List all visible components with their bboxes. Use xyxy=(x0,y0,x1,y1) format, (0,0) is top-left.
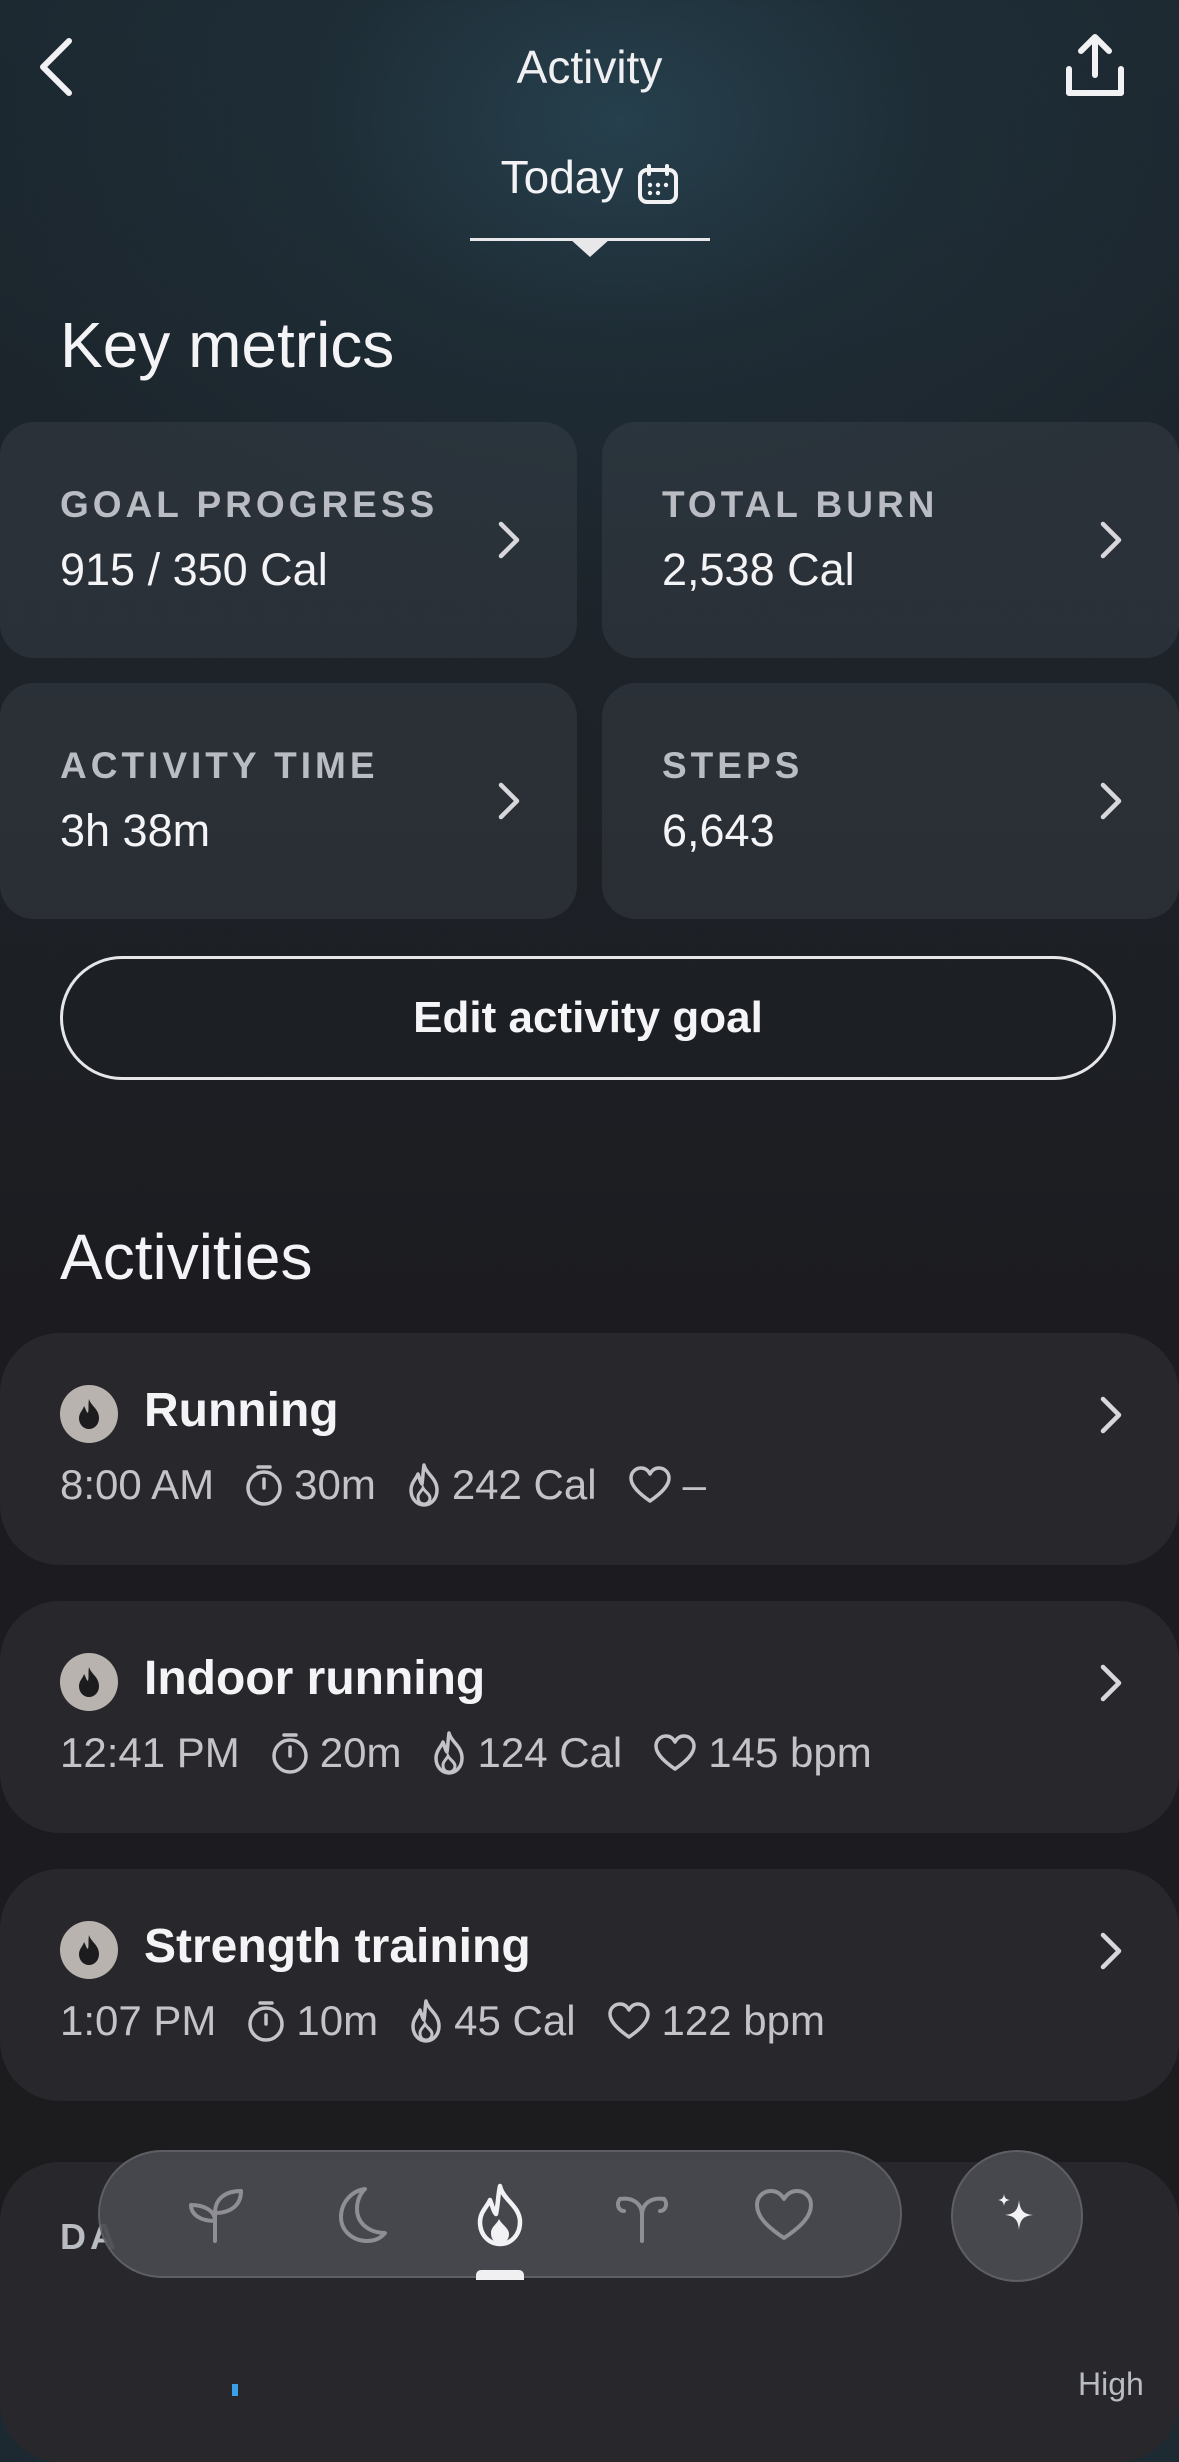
date-label: Today xyxy=(500,151,624,203)
flame-icon xyxy=(79,1935,99,1965)
activity-badge xyxy=(60,1921,118,1979)
activities-title: Activities xyxy=(60,1221,313,1293)
activity-calories: 124 Cal xyxy=(477,1729,623,1776)
activity-meta: 12:41 PM 20m 124 Cal 145 bpm xyxy=(60,1729,902,1777)
edit-activity-goal-button[interactable]: Edit activity goal xyxy=(60,956,1116,1080)
activity-icon xyxy=(477,2183,523,2247)
metric-value: 915 / 350 Cal xyxy=(60,544,328,595)
activity-badge xyxy=(60,1385,118,1443)
heart-outline-icon xyxy=(607,2002,650,2039)
key-metrics-title: Key metrics xyxy=(60,309,395,381)
activity-time: 1:07 PM xyxy=(60,1997,217,2044)
activity-calories: 242 Cal xyxy=(451,1461,597,1508)
tab-sleep[interactable] xyxy=(312,2170,402,2260)
page-title: Activity xyxy=(516,41,663,93)
chevron-right-icon xyxy=(498,521,520,559)
chevron-right-icon xyxy=(1100,1664,1122,1702)
activity-name: Indoor running xyxy=(144,1652,486,1705)
activity-card-strength-training[interactable]: Strength training 1:07 PM 10m 45 Cal 122… xyxy=(0,1869,1179,2101)
heart-icon xyxy=(755,2189,813,2240)
flame-outline-icon xyxy=(411,1999,441,2043)
activity-time: 8:00 AM xyxy=(60,1461,215,1508)
chevron-right-icon xyxy=(498,782,520,820)
activity-badge xyxy=(60,1653,118,1711)
metric-label: TOTAL BURN xyxy=(662,484,939,525)
cycle-icon xyxy=(615,2196,669,2243)
date-caret xyxy=(570,239,610,257)
high-label: High xyxy=(1078,2366,1144,2402)
stopwatch-icon xyxy=(272,1733,308,1774)
share-icon xyxy=(1066,34,1124,96)
heart-outline-icon xyxy=(628,1466,671,1503)
metric-card-activity-time[interactable]: ACTIVITY TIME 3h 38m xyxy=(0,683,577,919)
activity-heart-rate: 145 bpm xyxy=(708,1729,872,1776)
share-button[interactable] xyxy=(1055,26,1135,106)
activity-heart-rate: 122 bpm xyxy=(661,1997,825,2044)
chart-mark xyxy=(232,2384,238,2396)
chevron-right-icon xyxy=(1100,782,1122,820)
tab-activity[interactable] xyxy=(455,2170,545,2260)
sleep-icon xyxy=(339,2187,387,2243)
flame-outline-icon xyxy=(434,1731,465,1775)
metric-label: STEPS xyxy=(662,745,804,786)
metric-card-goal-progress[interactable]: GOAL PROGRESS 915 / 350 Cal xyxy=(0,422,577,658)
chevron-right-icon xyxy=(1100,521,1122,559)
activity-meta: 1:07 PM 10m 45 Cal 122 bpm xyxy=(60,1997,855,2045)
sparkle-icon xyxy=(998,2194,1033,2230)
readiness-icon xyxy=(189,2189,243,2243)
metric-card-total-burn[interactable]: TOTAL BURN 2,538 Cal xyxy=(602,422,1179,658)
activity-duration: 20m xyxy=(319,1729,402,1776)
stopwatch-icon xyxy=(246,1465,282,1506)
activity-card-indoor-running[interactable]: Indoor running 12:41 PM 20m 124 Cal 145 … xyxy=(0,1601,1179,1833)
calendar-icon xyxy=(638,164,679,204)
flame-outline-icon xyxy=(409,1463,439,1507)
activity-heart-rate: – xyxy=(682,1461,706,1508)
metric-label: GOAL PROGRESS xyxy=(60,484,439,525)
active-tab-indicator xyxy=(476,2270,524,2280)
tab-heart[interactable] xyxy=(739,2170,829,2260)
date-selector[interactable]: Today xyxy=(470,150,710,240)
ai-assistant-button[interactable] xyxy=(951,2150,1083,2282)
metric-card-steps[interactable]: STEPS 6,643 xyxy=(602,683,1179,919)
flame-icon xyxy=(79,1667,99,1697)
chevron-right-icon xyxy=(1100,1932,1122,1970)
metric-label: ACTIVITY TIME xyxy=(60,745,379,786)
stopwatch-icon xyxy=(248,2001,285,2042)
activity-duration: 10m xyxy=(296,1997,379,2044)
metric-value: 2,538 Cal xyxy=(662,544,855,595)
activity-name: Strength training xyxy=(144,1920,531,1973)
activity-name: Running xyxy=(144,1384,339,1437)
heart-outline-icon xyxy=(654,1734,696,1771)
tab-cycle[interactable] xyxy=(597,2170,687,2260)
activity-duration: 30m xyxy=(294,1461,376,1508)
metric-value: 3h 38m xyxy=(60,805,211,856)
tab-readiness[interactable] xyxy=(170,2170,260,2260)
activity-card-running[interactable]: Running 8:00 AM 30m 242 Cal – xyxy=(0,1333,1179,1565)
metric-value: 6,643 xyxy=(662,805,775,856)
activity-calories: 45 Cal xyxy=(454,1997,576,2044)
flame-icon xyxy=(79,1399,99,1429)
activity-time: 12:41 PM xyxy=(60,1729,240,1776)
activity-meta: 8:00 AM 30m 242 Cal – xyxy=(60,1461,736,1509)
chevron-right-icon xyxy=(1100,1396,1122,1434)
